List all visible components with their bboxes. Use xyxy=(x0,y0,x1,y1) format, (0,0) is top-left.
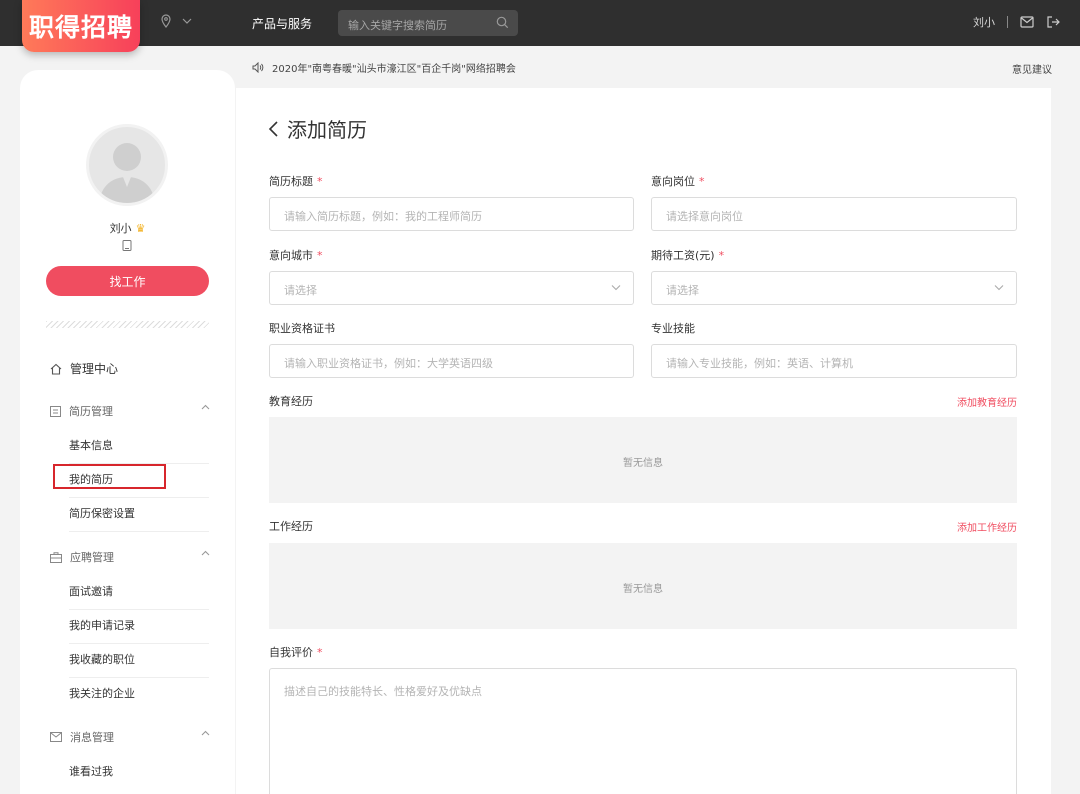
placeholder: 请输入专业技能，例如：英语、计算机 xyxy=(666,357,853,370)
resume-title-input[interactable]: 请输入简历标题，例如：我的工程师简历 xyxy=(269,197,634,231)
sidebar-group-messages[interactable]: 消息管理 xyxy=(50,729,210,745)
salary-select[interactable]: 请选择 xyxy=(651,271,1017,305)
placeholder: 请选择意向岗位 xyxy=(666,210,743,223)
nav-products-services[interactable]: 产品与服务 xyxy=(252,15,312,32)
placeholder: 请输入简历标题，例如：我的工程师简历 xyxy=(284,210,482,223)
sidebar-item-application-records[interactable]: 我的申请记录 xyxy=(69,617,209,644)
chevron-up-icon[interactable] xyxy=(201,550,210,556)
sidebar-group-label: 应聘管理 xyxy=(70,551,114,564)
placeholder: 请输入职业资格证书，例如：大学英语四级 xyxy=(284,357,493,370)
city-select[interactable]: 请选择 xyxy=(269,271,634,305)
home-icon xyxy=(50,363,62,375)
chevron-left-icon xyxy=(268,120,278,137)
education-empty-panel: 暂无信息 xyxy=(269,417,1017,503)
phone-icon xyxy=(122,240,132,251)
label-text: 意向岗位 xyxy=(651,175,695,188)
avatar[interactable] xyxy=(86,124,168,206)
work-empty-panel: 暂无信息 xyxy=(269,543,1017,629)
chevron-down-icon xyxy=(611,285,621,291)
search-input[interactable]: 输入关键字搜索简历 xyxy=(338,10,518,36)
sidebar-item-who-viewed-me[interactable]: 谁看过我 xyxy=(69,763,209,789)
message-icon xyxy=(50,732,62,742)
location-pin-icon xyxy=(161,14,171,28)
work-label: 工作经历 xyxy=(269,520,313,533)
certificate-input[interactable]: 请输入职业资格证书，例如：大学英语四级 xyxy=(269,344,634,378)
position-label: 意向岗位 * xyxy=(651,173,705,189)
required-mark: * xyxy=(317,646,323,659)
sidebar-item-interview-invites[interactable]: 面试邀请 xyxy=(69,583,209,610)
page-title: 添加简历 xyxy=(287,118,367,142)
sidebar: 刘小 ♛ 找工作 管理中心 简历管理 基本信息 我的简历 简历保密设置 应聘管理 … xyxy=(20,70,235,794)
required-mark: * xyxy=(699,175,705,188)
chevron-down-icon xyxy=(994,285,1004,291)
placeholder: 描述自己的技能特长、性格爱好及优缺点 xyxy=(284,685,482,698)
skills-label: 专业技能 xyxy=(651,322,695,335)
chevron-up-icon[interactable] xyxy=(201,404,210,410)
site-logo[interactable]: 职得招聘 xyxy=(22,0,140,52)
sidebar-item-saved-positions[interactable]: 我收藏的职位 xyxy=(69,651,209,678)
required-mark: * xyxy=(317,175,323,188)
resume-form-panel: 添加简历 简历标题 * 请输入简历标题，例如：我的工程师简历 意向岗位 * 请选择意… xyxy=(236,88,1051,794)
required-mark: * xyxy=(718,249,725,262)
sidebar-item-label: 管理中心 xyxy=(70,362,119,376)
mail-icon[interactable] xyxy=(1020,16,1034,28)
vip-badge-icon: ♛ xyxy=(135,222,146,235)
add-education-link[interactable]: 添加教育经历 xyxy=(957,394,1017,409)
feedback-link[interactable]: 意见建议 xyxy=(1012,61,1052,76)
education-label: 教育经历 xyxy=(269,395,313,408)
label-text: 期待工资(元) xyxy=(651,249,715,262)
chevron-down-icon xyxy=(182,18,192,24)
notice-bar[interactable]: 2020年"南粤春暖"汕头市濠江区"百企千岗"网络招聘会 xyxy=(252,60,516,75)
empty-text: 暂无信息 xyxy=(623,458,663,469)
label-text: 意向城市 xyxy=(269,249,313,262)
salary-label: 期待工资(元) * xyxy=(651,247,724,263)
user-silhouette-icon xyxy=(99,143,155,203)
logout-icon[interactable] xyxy=(1046,16,1060,28)
self-evaluation-label: 自我评价 * xyxy=(269,644,323,660)
find-job-button[interactable]: 找工作 xyxy=(46,266,209,296)
briefcase-icon xyxy=(50,551,62,563)
speaker-icon xyxy=(252,62,264,73)
resume-title-label: 简历标题 * xyxy=(269,173,323,189)
location-selector[interactable] xyxy=(160,14,192,28)
sidebar-item-basic-info[interactable]: 基本信息 xyxy=(69,437,209,464)
search-icon[interactable] xyxy=(496,16,509,29)
back-button[interactable]: 添加简历 xyxy=(268,114,367,143)
required-mark: * xyxy=(317,249,323,262)
city-label: 意向城市 * xyxy=(269,247,323,263)
header-username[interactable]: 刘小 xyxy=(973,14,995,30)
sidebar-item-resume-privacy[interactable]: 简历保密设置 xyxy=(69,505,209,532)
label-text: 简历标题 xyxy=(269,175,313,188)
sidebar-group-apply[interactable]: 应聘管理 xyxy=(50,549,210,565)
add-work-link[interactable]: 添加工作经历 xyxy=(957,519,1017,534)
self-evaluation-textarea[interactable]: 描述自己的技能特长、性格爱好及优缺点 xyxy=(269,668,1017,794)
user-area: 刘小 xyxy=(973,14,1060,30)
placeholder: 请选择 xyxy=(666,284,699,297)
skills-input[interactable]: 请输入专业技能，例如：英语、计算机 xyxy=(651,344,1017,378)
divider xyxy=(1007,16,1008,28)
search-placeholder: 输入关键字搜索简历 xyxy=(348,19,447,32)
resume-icon xyxy=(50,405,61,417)
annotation-highlight-box xyxy=(53,464,166,489)
placeholder: 请选择 xyxy=(284,284,317,297)
sidebar-group-label: 简历管理 xyxy=(69,405,113,418)
user-name: 刘小 ♛ xyxy=(20,220,235,236)
empty-text: 暂无信息 xyxy=(623,584,663,595)
decorative-divider xyxy=(46,321,209,328)
sidebar-item-followed-companies[interactable]: 我关注的企业 xyxy=(69,685,209,711)
top-bar: 产品与服务 输入关键字搜索简历 刘小 xyxy=(0,0,1080,46)
notice-text[interactable]: 2020年"南粤春暖"汕头市濠江区"百企千岗"网络招聘会 xyxy=(272,60,516,75)
sidebar-group-resume[interactable]: 简历管理 xyxy=(50,403,210,419)
certificate-label: 职业资格证书 xyxy=(269,322,335,335)
label-text: 自我评价 xyxy=(269,646,313,659)
chevron-up-icon[interactable] xyxy=(201,730,210,736)
sidebar-group-label: 消息管理 xyxy=(70,731,114,744)
sidebar-item-admin-center[interactable]: 管理中心 xyxy=(50,360,118,377)
position-input[interactable]: 请选择意向岗位 xyxy=(651,197,1017,231)
user-name-text: 刘小 xyxy=(109,222,132,235)
